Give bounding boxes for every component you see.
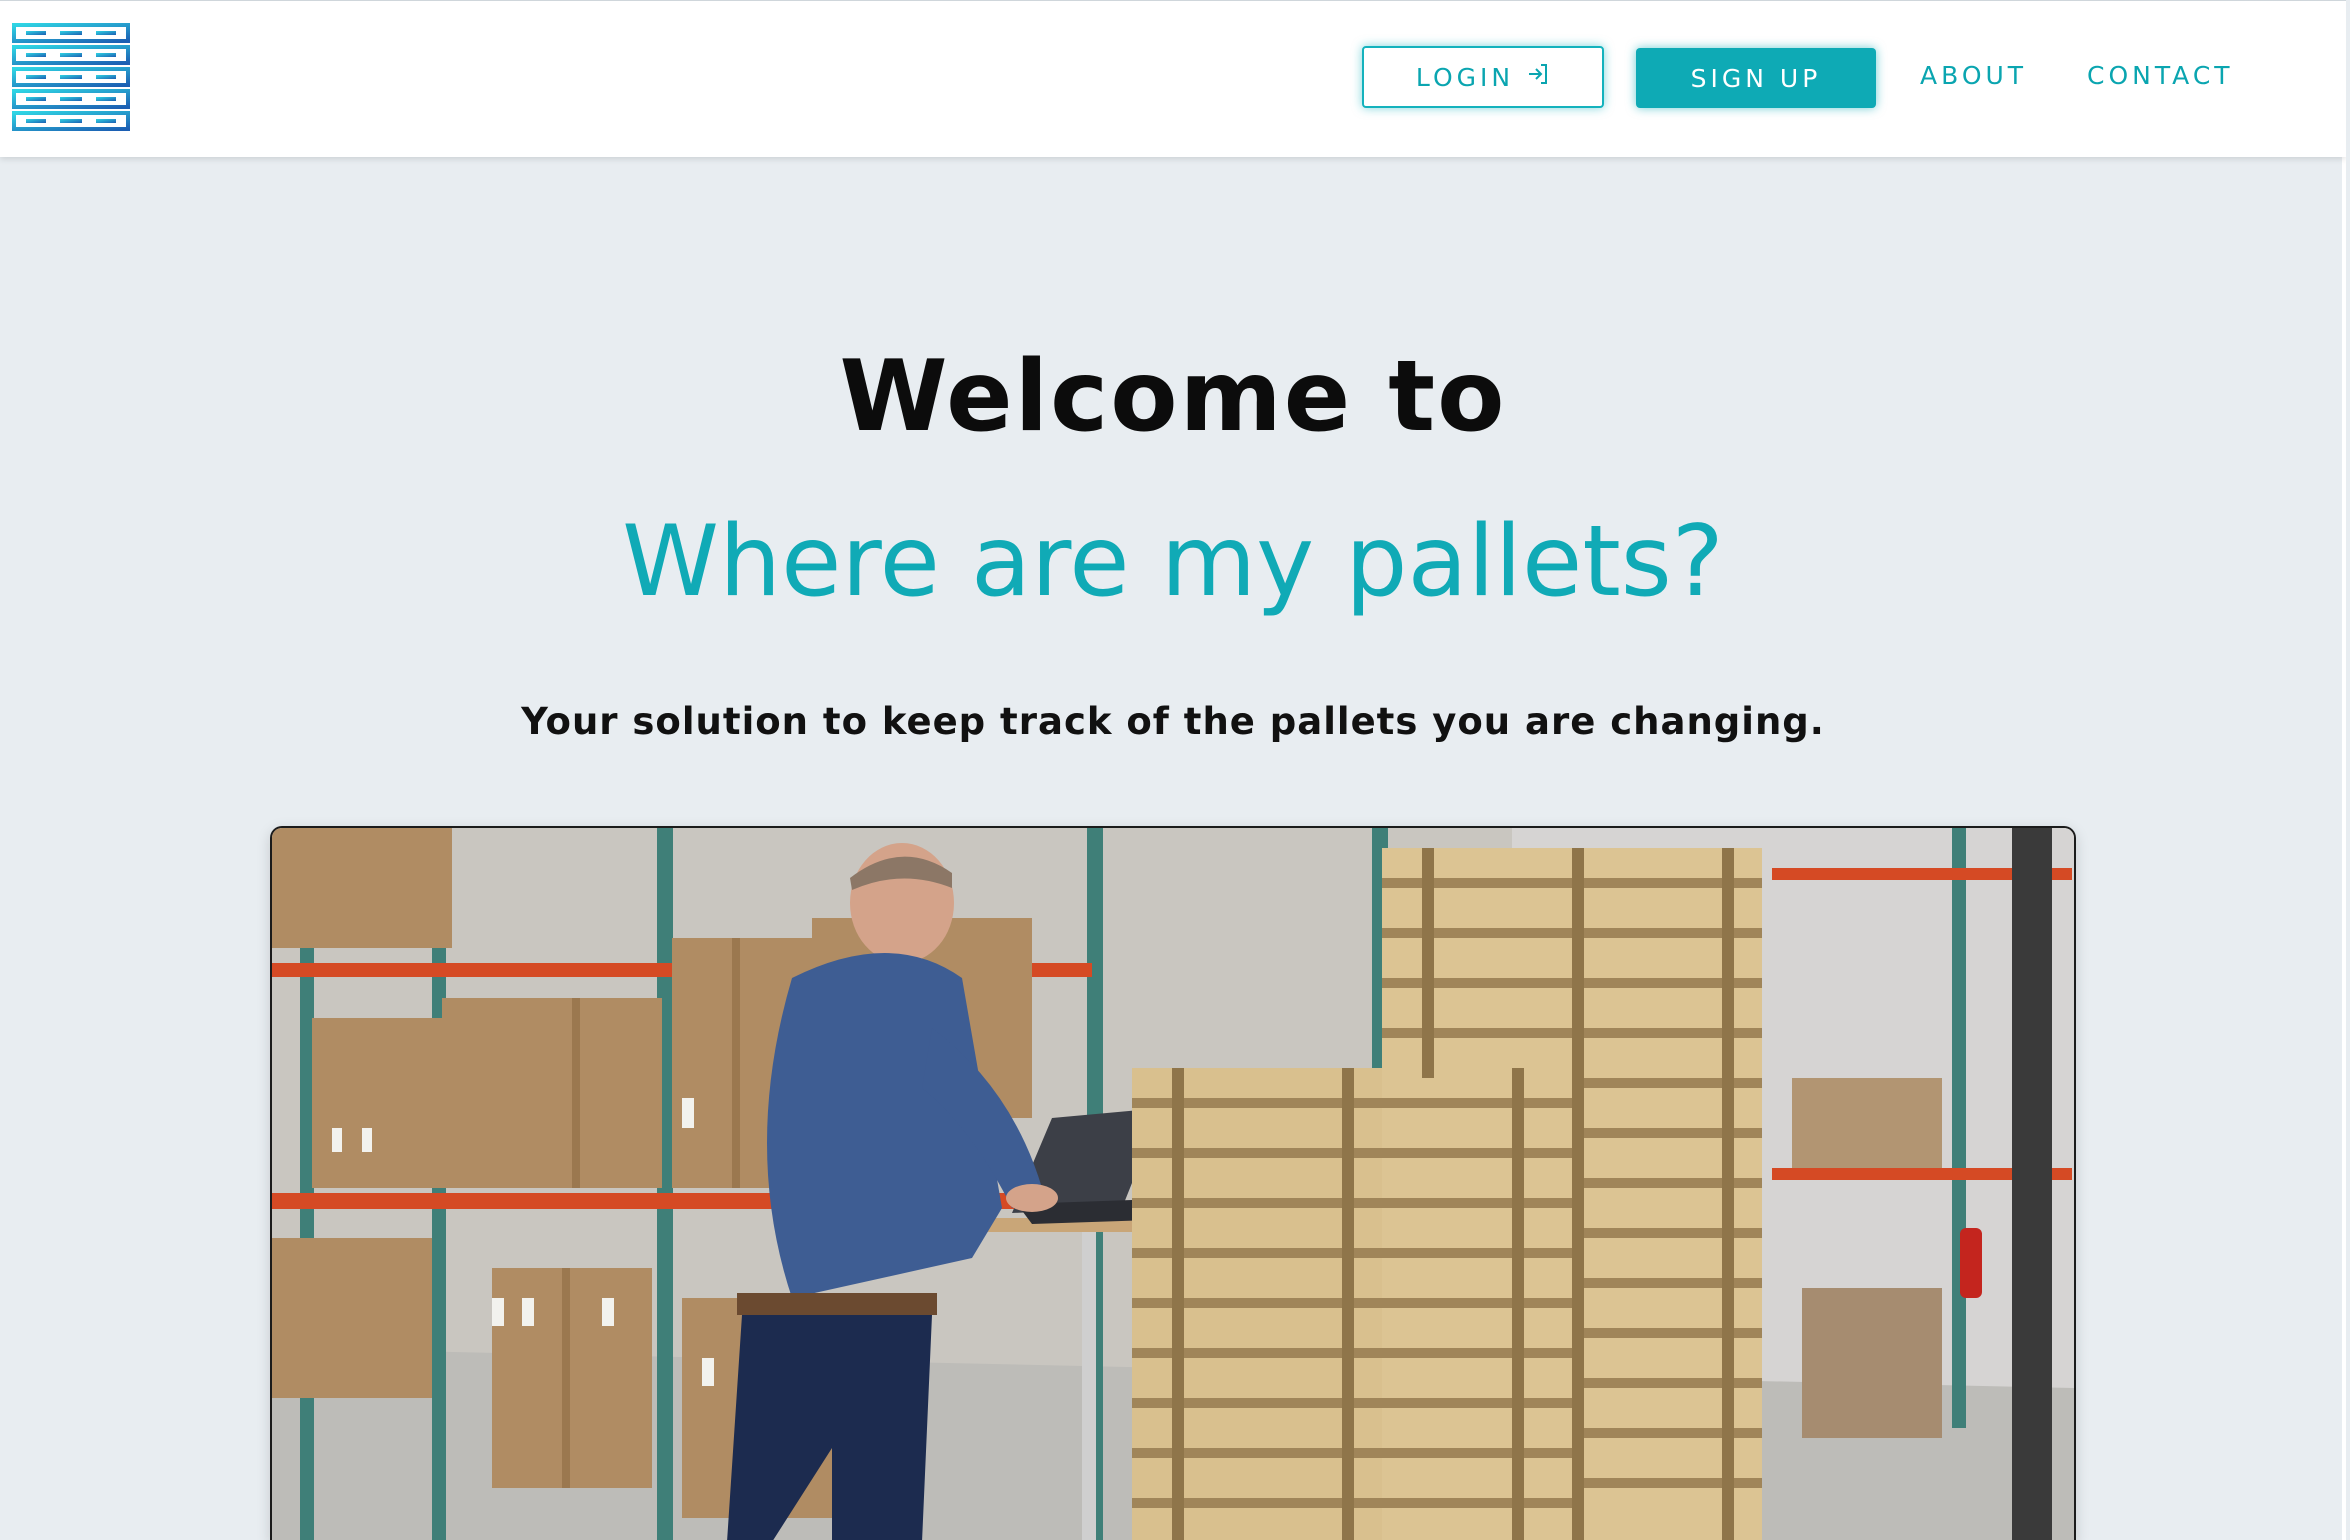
- top-navbar: LOGIN SIGN UP ABOUT CONTACT: [0, 0, 2346, 157]
- warehouse-photo: [270, 826, 2076, 1540]
- login-arrow-icon: [1526, 62, 1550, 92]
- window-edge: [2342, 0, 2346, 1540]
- hero-welcome-heading: Welcome to: [839, 340, 1507, 454]
- nav-about-link[interactable]: ABOUT: [1920, 61, 2027, 90]
- hero-app-name-heading: Where are my pallets?: [622, 505, 1724, 619]
- landing-page: LOGIN SIGN UP ABOUT CONTACT Welcome to W…: [0, 0, 2346, 1540]
- pallet-stack-logo[interactable]: [12, 23, 130, 131]
- signup-button[interactable]: SIGN UP: [1636, 48, 1876, 108]
- signup-label: SIGN UP: [1690, 63, 1822, 93]
- login-button[interactable]: LOGIN: [1362, 46, 1604, 108]
- hero-tagline: Your solution to keep track of the palle…: [521, 700, 1825, 743]
- nav-contact-link[interactable]: CONTACT: [2087, 61, 2234, 90]
- login-label: LOGIN: [1415, 62, 1515, 92]
